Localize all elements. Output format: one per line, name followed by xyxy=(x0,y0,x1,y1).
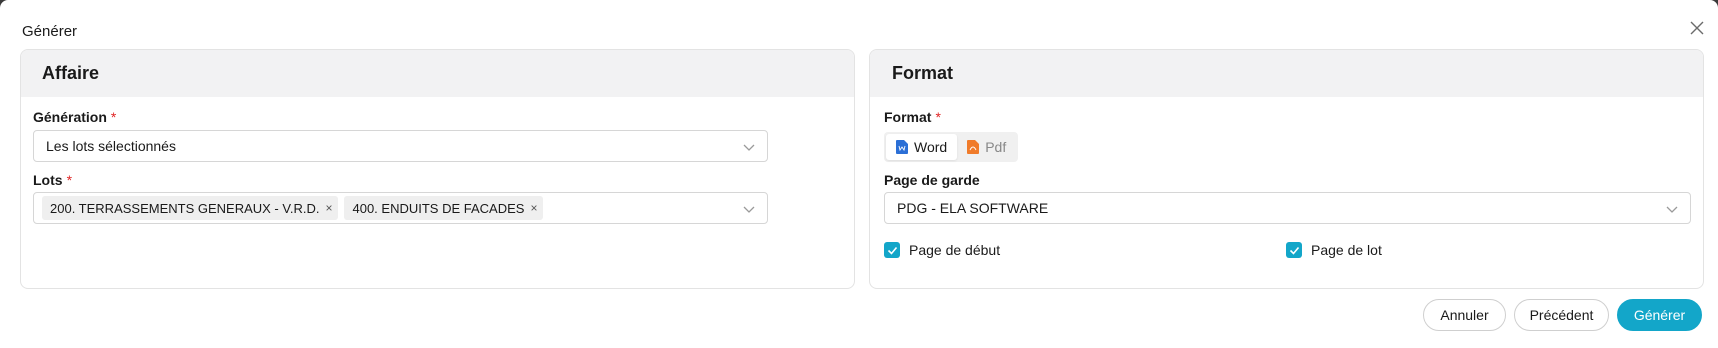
chevron-down-icon xyxy=(743,144,755,151)
lot-tag-label: 400. ENDUITS DE FACADES xyxy=(352,200,525,216)
page-de-garde-select[interactable]: PDG - ELA SOFTWARE xyxy=(884,192,1691,224)
remove-tag-icon[interactable]: × xyxy=(530,201,537,215)
lots-label-text: Lots xyxy=(33,172,63,188)
format-panel: Format Format * Word Pdf Page de garde P… xyxy=(869,49,1704,289)
format-option-pdf[interactable]: Pdf xyxy=(957,134,1016,160)
chevron-down-icon xyxy=(1666,206,1678,213)
page-de-garde-label: Page de garde xyxy=(884,172,980,188)
lots-label: Lots * xyxy=(33,172,72,188)
generation-select[interactable]: Les lots sélectionnés xyxy=(33,130,768,162)
format-panel-header: Format xyxy=(870,50,1703,97)
lots-tags: 200. TERRASSEMENTS GENERAUX - V.R.D. × 4… xyxy=(38,196,544,220)
check-icon[interactable] xyxy=(884,242,900,258)
cancel-button[interactable]: Annuler xyxy=(1423,299,1506,331)
affaire-panel-header: Affaire xyxy=(21,50,854,97)
lot-tag: 200. TERRASSEMENTS GENERAUX - V.R.D. × xyxy=(42,196,339,220)
dialog-title: Générer xyxy=(22,23,78,40)
format-option-word[interactable]: Word xyxy=(886,134,958,160)
required-mark: * xyxy=(935,109,941,125)
pdf-file-icon xyxy=(967,140,980,154)
generate-button[interactable]: Générer xyxy=(1617,299,1702,331)
format-label: Format * xyxy=(884,109,941,125)
close-icon[interactable] xyxy=(1689,20,1705,36)
lot-tag: 400. ENDUITS DE FACADES × xyxy=(344,196,544,220)
required-mark: * xyxy=(66,172,73,188)
checkbox-label: Page de début xyxy=(909,242,1001,258)
format-option-pdf-label: Pdf xyxy=(985,139,1007,155)
lots-multiselect[interactable]: 200. TERRASSEMENTS GENERAUX - V.R.D. × 4… xyxy=(33,192,768,224)
remove-tag-icon[interactable]: × xyxy=(325,201,332,215)
generation-label-text: Génération xyxy=(33,109,107,125)
generation-label: Génération * xyxy=(33,109,116,125)
checkbox-page-de-lot[interactable]: Page de lot xyxy=(1286,242,1382,258)
word-file-icon xyxy=(896,140,908,154)
format-label-text: Format xyxy=(884,109,932,125)
affaire-panel: Affaire Génération * Les lots sélectionné… xyxy=(20,49,855,289)
checkbox-page-de-debut[interactable]: Page de début xyxy=(884,242,1000,258)
page-de-garde-value: PDG - ELA SOFTWARE xyxy=(897,200,1049,216)
generate-dialog: Générer Affaire Génération * Les lots sél… xyxy=(0,0,1718,348)
check-icon[interactable] xyxy=(1286,242,1302,258)
format-option-word-label: Word xyxy=(914,139,948,155)
required-mark: * xyxy=(110,109,117,125)
format-toggle: Word Pdf xyxy=(884,132,1019,162)
checkbox-label: Page de lot xyxy=(1311,242,1382,258)
chevron-down-icon xyxy=(743,206,755,213)
generation-select-value: Les lots sélectionnés xyxy=(46,138,176,154)
previous-button[interactable]: Précédent xyxy=(1514,299,1609,331)
lot-tag-label: 200. TERRASSEMENTS GENERAUX - V.R.D. xyxy=(50,200,320,216)
